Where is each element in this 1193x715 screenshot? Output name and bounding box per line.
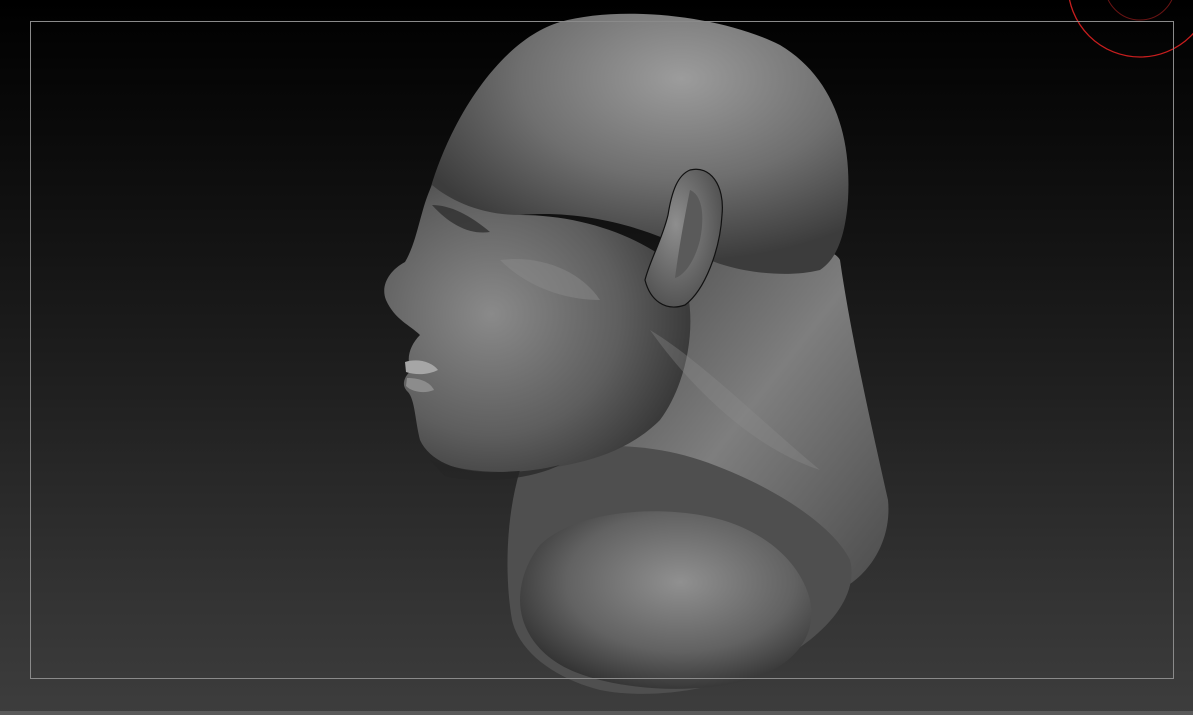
sculpt-model[interactable] [0,0,1193,715]
bottom-edge [0,711,1193,715]
canvas-viewport[interactable] [0,0,1193,715]
